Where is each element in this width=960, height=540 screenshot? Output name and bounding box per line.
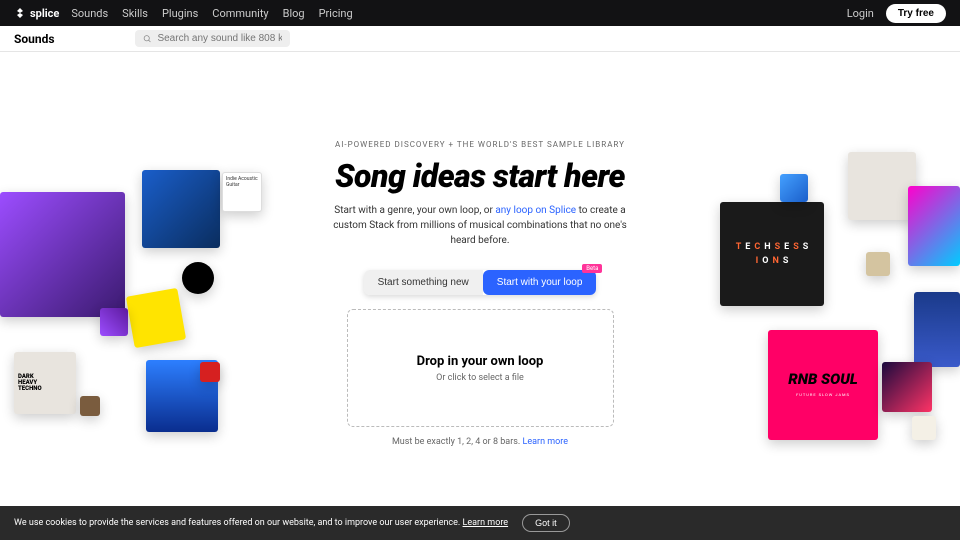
search-input[interactable]: [157, 33, 281, 44]
subnav: Sounds: [0, 26, 960, 52]
nav-links: Sounds Skills Plugins Community Blog Pri…: [71, 7, 846, 20]
cta-buttons: Start something new Start with your loop…: [364, 270, 597, 295]
dropzone-title: Drop in your own loop: [417, 354, 544, 369]
nav-right: Login Try free: [847, 4, 946, 23]
headline: Song ideas start here: [0, 157, 960, 195]
hint-text: Must be exactly 1, 2, 4 or 8 bars.: [392, 437, 523, 447]
cookie-banner: We use cookies to provide the services a…: [0, 506, 960, 540]
cookie-learn-link[interactable]: Learn more: [463, 518, 509, 528]
beta-badge: Beta: [582, 264, 602, 273]
start-new-button[interactable]: Start something new: [364, 270, 483, 295]
nav-skills[interactable]: Skills: [122, 7, 148, 20]
splice-logo-icon: [14, 7, 26, 19]
subtext-link[interactable]: any loop on Splice: [495, 205, 576, 216]
nav-blog[interactable]: Blog: [283, 7, 305, 20]
nav-sounds[interactable]: Sounds: [71, 7, 108, 20]
cookie-text: We use cookies to provide the services a…: [14, 518, 463, 528]
nav-plugins[interactable]: Plugins: [162, 7, 198, 20]
cookie-text-wrap: We use cookies to provide the services a…: [14, 518, 508, 528]
subtext-pre: Start with a genre, your own loop, or: [334, 205, 495, 216]
nav-community[interactable]: Community: [212, 7, 268, 20]
try-free-button[interactable]: Try free: [886, 4, 946, 23]
nav-pricing[interactable]: Pricing: [319, 7, 353, 20]
top-nav: splice Sounds Skills Plugins Community B…: [0, 0, 960, 26]
eyebrow: AI-POWERED DISCOVERY + THE WORLD'S BEST …: [0, 140, 960, 149]
login-link[interactable]: Login: [847, 7, 874, 20]
dropzone[interactable]: Drop in your own loop Or click to select…: [347, 309, 614, 427]
subnav-title: Sounds: [14, 32, 55, 46]
brand-logo[interactable]: splice: [14, 7, 59, 20]
hero: AI-POWERED DISCOVERY + THE WORLD'S BEST …: [0, 52, 960, 447]
start-loop-button[interactable]: Start with your loop: [483, 270, 597, 295]
dropzone-hint: Must be exactly 1, 2, 4 or 8 bars. Learn…: [0, 437, 960, 447]
subtext: Start with a genre, your own loop, or an…: [325, 203, 635, 248]
search-box[interactable]: [135, 30, 290, 47]
dropzone-sub: Or click to select a file: [436, 373, 524, 383]
brand-name: splice: [30, 7, 59, 20]
search-icon: [143, 34, 152, 44]
hint-link[interactable]: Learn more: [523, 437, 569, 447]
cookie-accept-button[interactable]: Got it: [522, 514, 570, 532]
